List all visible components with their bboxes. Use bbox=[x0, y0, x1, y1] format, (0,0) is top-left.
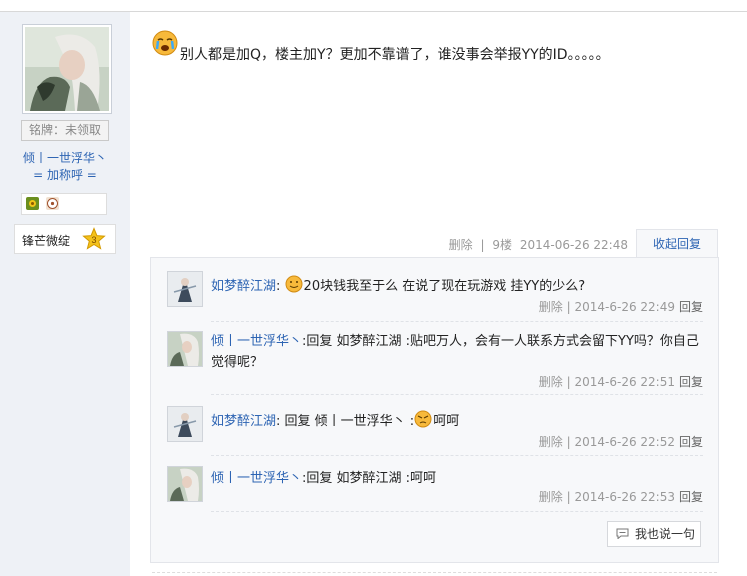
add-comment-button[interactable]: 我也说一句 bbox=[607, 521, 701, 547]
flower-icon[interactable] bbox=[26, 197, 39, 210]
reply-time: 2014-6-26 22:49 bbox=[574, 300, 675, 314]
reply-text: 20块钱我至于么 在说了现在玩游戏 挂YY的少么? bbox=[303, 279, 586, 294]
smile-emoji-icon bbox=[285, 275, 303, 293]
post-timestamp: 2014-06-26 22:48 bbox=[519, 238, 628, 252]
reply-button[interactable]: 回复 bbox=[679, 375, 703, 389]
reply-time: 2014-6-26 22:53 bbox=[574, 490, 675, 504]
reply-body: 如梦醉江湖: 20块钱我至于么 在说了现在玩游戏 挂YY的少么? bbox=[211, 275, 701, 297]
post-meta: 删除 | 9楼 2014-06-26 22:48 bbox=[445, 236, 628, 253]
reply-colon: : bbox=[276, 414, 281, 429]
member-level-box[interactable]: 锋芒微绽 3 bbox=[14, 224, 116, 254]
crying-emoji-icon bbox=[152, 30, 178, 56]
avatar-image bbox=[25, 27, 109, 111]
reply-delete-button[interactable]: 删除 bbox=[539, 375, 563, 389]
author-name-line1[interactable]: 倾丨一世浮华丶 bbox=[0, 150, 130, 167]
reply-separator bbox=[211, 394, 703, 395]
reply-body: 倾丨一世浮华丶:回复 如梦醉江湖 :呵呵 bbox=[211, 468, 701, 489]
author-name[interactable]: 倾丨一世浮华丶 = 加称呼 = bbox=[0, 150, 130, 184]
reply-footer: 删除 | 2014-6-26 22:51 回复 bbox=[538, 375, 703, 389]
football-icon[interactable] bbox=[46, 197, 59, 210]
floor-number: 9楼 bbox=[492, 238, 513, 252]
collapse-replies-button[interactable]: 收起回复 bbox=[636, 229, 718, 259]
reply-delete-button[interactable]: 删除 bbox=[539, 490, 563, 504]
reply-delete-button[interactable]: 删除 bbox=[539, 435, 563, 449]
reply-avatar[interactable] bbox=[167, 406, 203, 442]
comment-icon bbox=[616, 528, 629, 539]
reply-author[interactable]: 如梦醉江湖 bbox=[211, 279, 276, 294]
author-avatar[interactable] bbox=[22, 24, 112, 114]
reply-author[interactable]: 如梦醉江湖 bbox=[211, 414, 276, 429]
reply-panel: 如梦醉江湖: 20块钱我至于么 在说了现在玩游戏 挂YY的少么? 删除 | 20… bbox=[150, 257, 719, 563]
reply-text: 回复 如梦醉江湖 :呵呵 bbox=[306, 471, 437, 486]
reply-footer: 删除 | 2014-6-26 22:53 回复 bbox=[538, 490, 703, 504]
level-name: 锋芒微绽 bbox=[22, 234, 71, 248]
add-title-link[interactable]: = 加称呼 = bbox=[0, 167, 130, 184]
reply-avatar[interactable] bbox=[167, 466, 203, 502]
reply-text-after: 呵呵 bbox=[433, 414, 460, 429]
add-comment-label: 我也说一句 bbox=[635, 527, 696, 541]
reply-avatar[interactable] bbox=[167, 331, 203, 367]
post-text: 别人都是加Q，楼主加Y？更加不靠谱了，谁没事会举报YY的ID。。。。。 bbox=[180, 47, 610, 63]
top-divider bbox=[0, 0, 747, 12]
reply-author[interactable]: 倾丨一世浮华丶 bbox=[211, 334, 302, 349]
reply-button[interactable]: 回复 bbox=[679, 435, 703, 449]
reply-body: 倾丨一世浮华丶:回复 如梦醉江湖 :贴吧万人，会有一人联系方式会留下YY吗？你自… bbox=[211, 331, 701, 373]
reply-footer: 删除 | 2014-6-26 22:52 回复 bbox=[538, 435, 703, 449]
reply-text: 回复 倾丨一世浮华丶 : bbox=[284, 414, 415, 429]
reply-body: 如梦醉江湖: 回复 倾丨一世浮华丶 : 呵呵 bbox=[211, 410, 701, 432]
post-delete-button[interactable]: 删除 bbox=[449, 238, 473, 252]
reply-delete-button[interactable]: 删除 bbox=[539, 300, 563, 314]
reply-button[interactable]: 回复 bbox=[679, 300, 703, 314]
reply-separator bbox=[211, 511, 703, 512]
level-star-icon: 3 bbox=[82, 227, 106, 250]
meta-separator: | bbox=[480, 238, 485, 252]
bottom-divider bbox=[152, 572, 717, 573]
nameplate-button[interactable]: 铭牌：未领取 bbox=[21, 120, 109, 141]
reply-footer: 删除 | 2014-6-26 22:49 回复 bbox=[538, 300, 703, 314]
reply-author[interactable]: 倾丨一世浮华丶 bbox=[211, 471, 302, 486]
reply-avatar[interactable] bbox=[167, 271, 203, 307]
reply-button[interactable]: 回复 bbox=[679, 490, 703, 504]
reply-time: 2014-6-26 22:51 bbox=[574, 375, 675, 389]
user-icon-row bbox=[21, 193, 107, 215]
angry-emoji-icon bbox=[414, 410, 432, 428]
reply-time: 2014-6-26 22:52 bbox=[574, 435, 675, 449]
reply-separator bbox=[211, 321, 703, 322]
reply-colon: : bbox=[276, 279, 281, 294]
reply-separator bbox=[211, 455, 703, 456]
level-number: 3 bbox=[91, 235, 96, 245]
